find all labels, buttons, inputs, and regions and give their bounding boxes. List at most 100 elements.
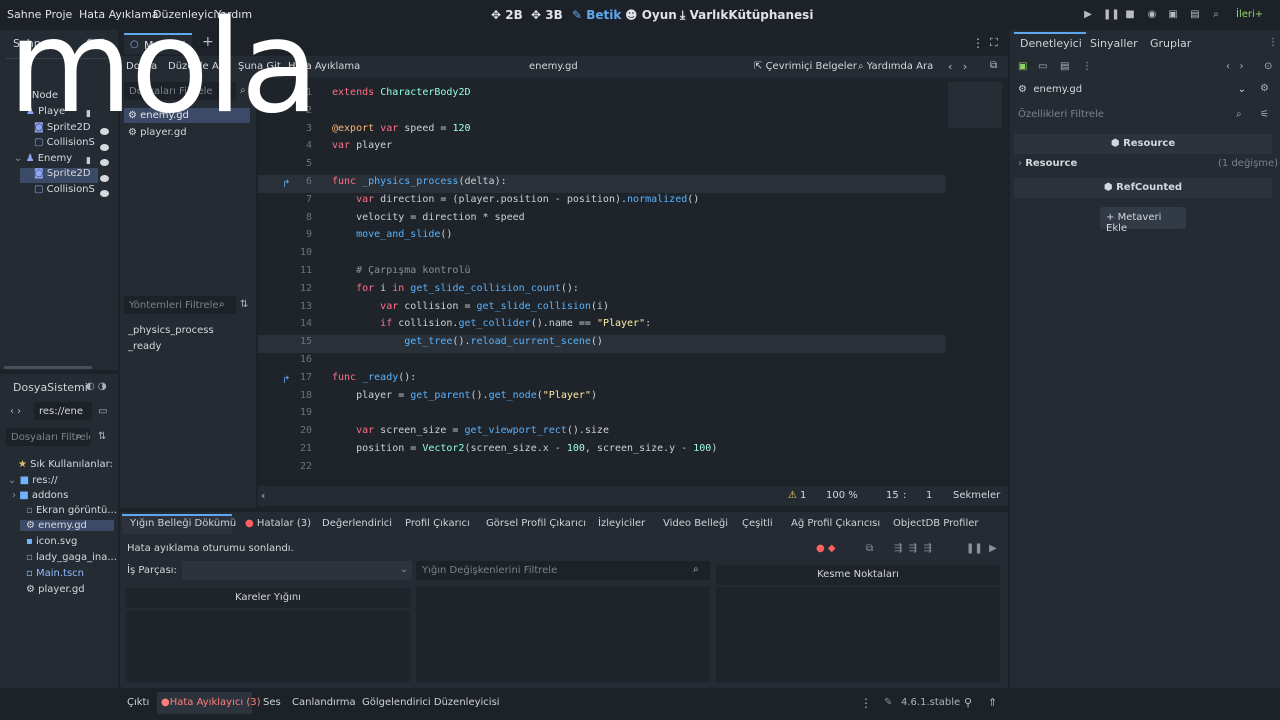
more-icon[interactable]: ⋮ <box>860 696 872 710</box>
menu-search[interactable]: Ara <box>212 61 229 72</box>
menu-edit[interactable]: Düzenle <box>168 61 209 72</box>
file-main-tscn[interactable]: ▫ Main.tscn <box>26 568 84 579</box>
script-nav-arrows[interactable]: ‹ › <box>948 60 967 73</box>
play-custom-scene-icon[interactable]: ▤ <box>1189 9 1201 21</box>
code-line-21[interactable]: position = Vector2(screen_size.x - 100, … <box>332 443 717 454</box>
tree-node-player-sprite[interactable]: ◙ Sprite2D <box>34 122 91 137</box>
code-line-20[interactable]: var screen_size = get_viewport_rect().si… <box>332 425 609 436</box>
script-list-item[interactable]: ⚙ player.gd <box>124 125 250 140</box>
code-line-12[interactable]: for i in get_slide_collision_count(): <box>332 283 579 294</box>
inspected-object-select[interactable]: ⚙ enemy.gd ⌄ <box>1014 81 1250 99</box>
expand-panel-icon[interactable]: ⇑ <box>988 696 997 709</box>
help-search-button[interactable]: ⌕ Yardımda Ara <box>858 61 933 72</box>
stop-icon[interactable]: ■ <box>1124 9 1136 21</box>
pin-icon[interactable]: ⚲ <box>964 696 972 709</box>
tree-node-player[interactable]: ♟ Playe <box>26 106 65 121</box>
thread-select[interactable]: ⌄ <box>182 561 412 580</box>
pause-continue-icons[interactable]: ❚❚ ▶ <box>966 543 997 554</box>
menu-project[interactable]: Proje <box>45 8 72 21</box>
tab-misc[interactable]: Çeşitli <box>742 518 773 529</box>
workspace-assetlib-button[interactable]: ⤓ VarlıkKütüphanesi <box>680 8 813 23</box>
object-settings-icon[interactable]: ⚙ <box>1260 83 1269 94</box>
float-window-icon[interactable]: ⧉ <box>990 60 997 71</box>
tree-node-enemy-sprite[interactable]: ◙ Sprite2D <box>20 168 98 183</box>
indent-mode[interactable]: Sekmeler <box>953 490 1000 501</box>
tab-video-memory[interactable]: Video Belleği <box>663 518 728 529</box>
script-attached-icon[interactable]: ▮ <box>86 156 91 166</box>
stack-variable-filter-input[interactable]: Yığın Değişkenlerini Filtrele <box>416 561 710 580</box>
play-scene-icon[interactable]: ▣ <box>1167 9 1179 21</box>
visibility-icon[interactable] <box>100 128 109 135</box>
menu-debug[interactable]: Hata Ayıklama <box>79 8 159 21</box>
new-resource-icon[interactable]: ▣ <box>1018 61 1027 72</box>
menu-help[interactable]: Yardım <box>215 8 252 21</box>
visibility-icon[interactable] <box>100 144 109 151</box>
code-line-11[interactable]: # Çarpışma kontrolü <box>332 265 470 276</box>
menu-editor[interactable]: Düzenleyici <box>153 8 216 21</box>
filter-settings-icon[interactable]: ⚟ <box>1260 109 1269 120</box>
property-filter-input[interactable]: Özellikleri Filtrele <box>1014 106 1250 124</box>
play-icon[interactable]: ▶ <box>1082 9 1094 21</box>
step-icons[interactable]: ⇶ ⇶ ⇶ <box>894 543 932 554</box>
menu-scene[interactable]: Sahne <box>7 8 41 21</box>
online-docs-button[interactable]: ⇱ Çevrimiçi Belgeler <box>754 61 857 72</box>
menu-file[interactable]: Dosya <box>126 61 157 72</box>
workspace-3d-button[interactable]: ✥ 3B <box>531 8 563 22</box>
renderer-select[interactable]: İleri+ <box>1236 9 1263 20</box>
tree-node-enemy[interactable]: ⌄ ♟ Enemy <box>14 153 72 168</box>
visibility-icon[interactable] <box>100 190 109 197</box>
folder-res[interactable]: ⌄ ■ res:// <box>8 475 58 486</box>
visibility-icon[interactable] <box>100 175 109 182</box>
code-line-18[interactable]: player = get_parent().get_node("Player") <box>332 390 597 401</box>
workspace-2d-button[interactable]: ✥ 2B <box>491 8 523 22</box>
visibility-icon[interactable] <box>100 159 109 166</box>
sort-icon[interactable]: ⇅ <box>240 299 248 310</box>
folder-addons[interactable]: › ■ addons <box>12 490 68 501</box>
open-folder-icon[interactable]: ▭ <box>1038 61 1047 72</box>
script-attached-icon[interactable]: ▮ <box>86 109 91 119</box>
scrollbar[interactable] <box>4 366 92 369</box>
toggle-panel-icon[interactable]: ‹ <box>261 489 265 502</box>
dock-menu-icon[interactable]: ◐ ◑ <box>86 37 107 48</box>
stack-frames-list[interactable] <box>126 610 410 682</box>
split-view-icon[interactable]: ▭ <box>98 406 107 417</box>
code-line-17[interactable]: func _ready(): <box>332 372 416 383</box>
tab-profiler[interactable]: Profil Çıkarıcı <box>405 518 470 529</box>
breakpoint-icon[interactable]: ● ◆ <box>816 543 836 554</box>
code-line-14[interactable]: if collision.get_collider().name == "Pla… <box>332 318 651 329</box>
more-icon[interactable]: ⋮ <box>1082 61 1092 72</box>
movie-maker-icon[interactable]: ⌕ <box>1210 9 1222 21</box>
tab-main[interactable]: ○ Main ✕ <box>124 33 192 54</box>
add-metadata-button[interactable]: + Metaveri Ekle <box>1100 207 1186 234</box>
tab-shader-editor[interactable]: Gölgelendirici Düzenleyicisi <box>362 697 500 708</box>
minimap[interactable] <box>948 82 1002 128</box>
tab-errors[interactable]: ● Hatalar (3) <box>245 518 311 529</box>
tab-network-profiler[interactable]: Ağ Profil Çıkarıcısı <box>791 518 880 529</box>
code-line-15[interactable]: get_tree().reload_current_scene() <box>332 336 603 347</box>
warning-icon[interactable]: ⚠ <box>788 490 797 501</box>
tab-debugger[interactable]: ●Hata Ayıklayıcı (3) <box>161 697 260 708</box>
file-player-gd[interactable]: ⚙ player.gd <box>26 584 85 595</box>
history-arrows[interactable]: ‹ › <box>1226 61 1244 72</box>
breakpoints-list[interactable] <box>716 587 1000 682</box>
code-line-13[interactable]: var collision = get_slide_collision(i) <box>332 301 609 312</box>
add-tab-icon[interactable]: + <box>202 34 214 50</box>
file-enemy-gd[interactable]: ⚙ enemy.gd <box>20 520 114 531</box>
code-editor[interactable]: 1 extends CharacterBody2D 2 3 @export var sp… <box>258 78 1008 480</box>
code-line-9[interactable]: move_and_slide() <box>332 229 452 240</box>
tree-node-root[interactable]: ○ Node <box>20 90 58 105</box>
code-line-1[interactable]: extends CharacterBody2D <box>332 87 471 98</box>
code-line-7[interactable]: var direction = (player.position - posit… <box>332 194 699 205</box>
code-line-4[interactable]: var player <box>332 140 392 151</box>
stack-variables-list[interactable] <box>416 586 710 682</box>
code-line-8[interactable]: velocity = direction * speed <box>332 212 525 223</box>
version-label[interactable]: 4.6.1.stable <box>901 697 960 708</box>
nav-back-icon[interactable]: ‹ › <box>10 406 21 417</box>
method-item[interactable]: _physics_process <box>128 325 214 336</box>
workspace-game-button[interactable]: ☻ Oyun <box>625 8 677 22</box>
save-icon[interactable]: ▤ <box>1060 61 1069 72</box>
tree-node-enemy-collision[interactable]: ▢ CollisionS <box>34 184 95 199</box>
menu-goto[interactable]: Şuna Git <box>238 61 281 72</box>
remote-debug-icon[interactable]: ◉ <box>1146 9 1158 21</box>
more-icon[interactable]: ⋮ <box>972 36 984 50</box>
